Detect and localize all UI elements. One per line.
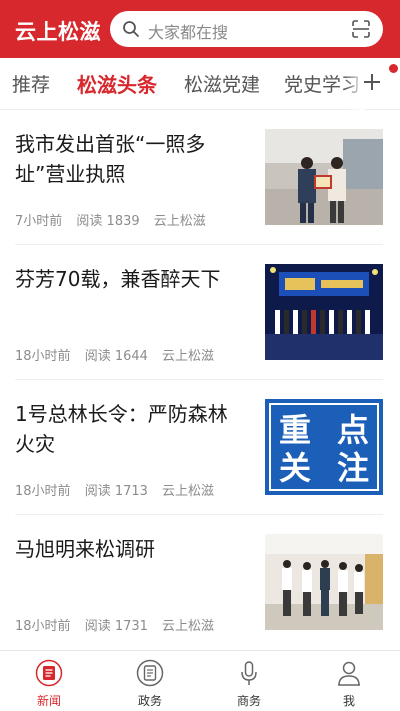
top-header: 云上松滋 大家都在搜 [0,0,400,58]
government-icon [136,659,164,687]
news-source: 云上松滋 [162,349,215,364]
news-time: 18小时前 [15,484,71,499]
news-meta: 18小时前 阅读 1713 云上松滋 [15,480,224,499]
news-source: 云上松滋 [162,619,215,634]
news-reads: 阅读 1644 [84,349,148,364]
tab-recommend[interactable]: 推荐 [12,70,50,97]
news-source: 云上松滋 [153,214,206,229]
nav-me[interactable]: 我 [309,651,389,711]
search-placeholder: 大家都在搜 [148,23,229,42]
news-time: 7小时前 [15,214,63,229]
news-item[interactable]: 1号总林长令：严防森林火灾 18小时前 阅读 1713 云上松滋 重 点 关 注 [15,396,383,515]
thumb-char: 点 [337,411,369,449]
thumb-char: 重 [279,411,311,449]
news-item[interactable]: 我市发出首张“一照多址”营业执照 7小时前 阅读 1839 云上松滋 [15,126,383,245]
nav-business[interactable]: 商务 [209,651,289,711]
news-meta: 18小时前 阅读 1731 云上松滋 [15,615,224,634]
scan-icon[interactable] [351,19,371,39]
news-item[interactable]: 马旭明来松调研 18小时前 阅读 1731 云上松滋 [15,531,383,650]
news-time: 18小时前 [15,349,71,364]
nav-label: 政务 [137,694,162,708]
news-title: 马旭明来松调研 [15,537,155,561]
news-meta: 7小时前 阅读 1839 云上松滋 [15,210,216,229]
nav-label: 我 [342,694,355,708]
app-title: 云上松滋 [15,20,101,44]
tab-songzi-party-building[interactable]: 松滋党建 [184,70,260,97]
news-title: 我市发出首张“一照多址”营业执照 [15,132,206,186]
news-thumbnail [265,534,383,630]
news-item[interactable]: 芬芳70载，兼香醉天下 18小时前 阅读 1644 云上松滋 [15,261,383,380]
news-time: 18小时前 [15,619,71,634]
nav-news[interactable]: 新闻 [9,651,89,711]
search-input[interactable]: 大家都在搜 [110,11,383,47]
microphone-icon [241,661,257,685]
news-icon [35,659,63,687]
tab-songzi-headlines[interactable]: 松滋头条 [77,69,157,98]
news-source: 云上松滋 [162,484,215,499]
bottom-nav: 新闻 政务 商务 我 [0,650,400,711]
nav-label: 商务 [236,694,261,708]
thumb-char: 注 [337,449,369,487]
nav-government[interactable]: 政务 [110,651,190,711]
news-thumbnail [265,129,383,225]
news-thumbnail: 重 点 关 注 [265,399,383,495]
thumb-char: 关 [279,449,311,487]
search-icon [123,21,139,37]
news-thumbnail [265,264,383,360]
news-reads: 阅读 1731 [84,619,148,634]
news-reads: 阅读 1839 [76,214,140,229]
news-title: 1号总林长令：严防森林火灾 [15,402,228,456]
user-icon [338,661,360,686]
category-tabs: 推荐 松滋头条 松滋党建 党史学习教 [0,58,400,110]
plus-icon[interactable] [360,68,384,96]
news-title: 芬芳70载，兼香醉天下 [15,267,221,291]
news-reads: 阅读 1713 [84,484,148,499]
news-meta: 18小时前 阅读 1644 云上松滋 [15,345,224,364]
notification-dot [389,64,398,73]
nav-label: 新闻 [36,694,61,708]
